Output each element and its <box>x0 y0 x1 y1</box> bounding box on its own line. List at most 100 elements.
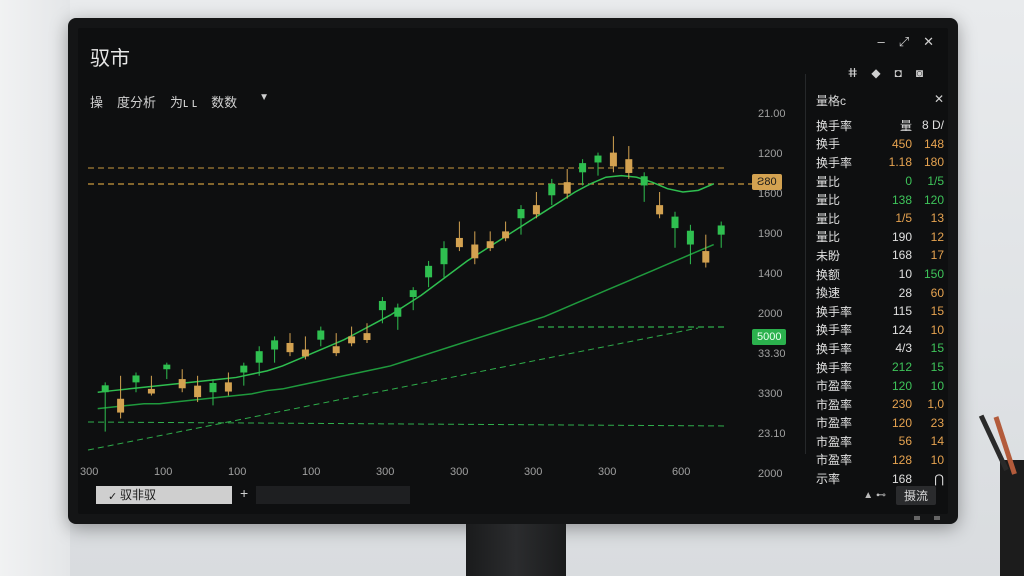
row-label: 市盈率 <box>816 434 853 449</box>
row-label: 换手 <box>816 137 841 152</box>
quote-row[interactable]: 换手 450 148 <box>816 135 944 154</box>
candle-body <box>656 205 664 215</box>
panel-close-icon[interactable]: ✕ <box>934 92 944 106</box>
status-button[interactable]: 摄流 <box>895 486 936 505</box>
row-value: 120 <box>891 378 912 393</box>
bezel-button[interactable] <box>934 516 940 520</box>
quote-row[interactable]: 量比 1/5 13 <box>816 209 944 228</box>
x-tick-label: 600 <box>672 466 691 478</box>
bezel-buttons <box>914 516 940 520</box>
quote-rows: 换手率 量 8 D/换手 450 148 换手率 1.18 180 量比 0 1/5 量比 138 120… <box>816 116 944 488</box>
candle-body <box>702 251 710 263</box>
candle-body <box>271 340 279 350</box>
panel-title: 量格c <box>816 94 847 108</box>
row-value: 115 <box>892 304 912 319</box>
quote-row[interactable]: 换手率 4/3 15 <box>816 339 944 358</box>
candle-body <box>717 225 725 235</box>
row-label: 市盈率 <box>816 416 853 431</box>
candle-body <box>517 209 525 219</box>
quote-row[interactable]: 換速 28 60 <box>816 283 944 302</box>
row-value: 0 <box>905 174 912 189</box>
row-value: 168 <box>891 471 912 486</box>
row-value: 230 <box>891 397 912 412</box>
add-tab-icon[interactable]: + <box>240 485 248 501</box>
row-value: 13 <box>930 211 944 226</box>
candle-body <box>209 383 217 393</box>
copy-icon[interactable]: ◘ <box>895 66 902 80</box>
quote-row[interactable]: 市盈率 56 14 <box>816 432 944 451</box>
quote-row[interactable]: 量比 0 1/5 <box>816 172 944 191</box>
row-value: 150 <box>923 267 944 282</box>
quote-row[interactable]: 量比 190 12 <box>816 228 944 247</box>
row-label: 量比 <box>816 230 841 245</box>
candle-body <box>117 398 125 413</box>
row-label: 市盈率 <box>816 379 853 394</box>
row-value: 量 <box>899 118 912 133</box>
x-tick-label: 100 <box>302 466 321 478</box>
quote-row[interactable]: 换手率 1.18 180 <box>816 153 944 172</box>
candle-body <box>101 385 109 393</box>
row-value: 28 <box>898 285 912 300</box>
check-icon: ✓ <box>108 491 118 503</box>
x-tick-label: 300 <box>450 466 469 478</box>
quote-row[interactable]: 未盼 168 17 <box>816 246 944 265</box>
row-value: 1.18 <box>888 155 912 170</box>
row-value: 10 <box>930 322 944 337</box>
quote-row[interactable]: 换手率 212 15 <box>816 358 944 377</box>
bezel-button[interactable] <box>914 516 920 520</box>
candle-body <box>548 183 556 196</box>
row-label: 换手率 <box>816 360 853 375</box>
candle-body <box>240 365 248 373</box>
status-area: ▲ ⊷ 摄流 <box>863 486 936 505</box>
quote-row[interactable]: 换手率 量 8 D/ <box>816 116 944 135</box>
panel-toolbar: ⵌ ◆ ◘ ◙ <box>848 66 923 80</box>
x-tick-label: 300 <box>524 466 543 478</box>
grid-icon[interactable]: ⵌ <box>848 66 857 80</box>
quote-row[interactable]: 市盈率 128 10 <box>816 451 944 470</box>
y-tick-label: 2000 <box>758 308 783 320</box>
quote-panel: ⵌ ◆ ◘ ◙ 量格c ✕ 换手率 量 8 D/换手 450 148 换手率 1.18 180… <box>805 66 948 486</box>
candle-body <box>163 364 171 370</box>
row-label: 市盈率 <box>816 453 853 468</box>
quote-row[interactable]: 换手率 115 15 <box>816 302 944 321</box>
candle-body <box>317 330 325 340</box>
bookmark-icon[interactable]: ◆ <box>871 66 880 80</box>
x-axis: 300 100 100 100 300 300 300 300 600 <box>78 466 768 480</box>
row-label: 示率 <box>816 472 841 487</box>
row-value: 128 <box>891 452 912 467</box>
row-value: 1/5 <box>895 211 912 226</box>
tab-active[interactable]: ✓ 驭非驭 <box>96 486 232 504</box>
quote-row[interactable]: 市盈率 120 23 <box>816 414 944 433</box>
row-value: 56 <box>898 434 912 449</box>
minimize-icon[interactable]: – <box>877 34 884 50</box>
row-value: 14 <box>930 434 944 449</box>
candle-body <box>486 241 494 249</box>
row-label: 换手率 <box>816 304 853 319</box>
candle-body <box>594 155 602 163</box>
restore-icon[interactable]: ⤢ <box>899 34 909 50</box>
quote-row[interactable]: 市盈率 120 10 <box>816 376 944 395</box>
quote-row[interactable]: 换手率 124 10 <box>816 321 944 340</box>
quote-row[interactable]: 量比 138 120 <box>816 190 944 209</box>
lock-icon[interactable]: ◙ <box>916 66 923 80</box>
quote-row[interactable]: 市盈率 230 1,0 <box>816 395 944 414</box>
close-icon[interactable]: ✕ <box>923 34 934 50</box>
screen: 驭市 – ⤢ ✕ 操 度分析 为ʟ ʟ 数数 ▼ 21.00 1200 1600 19… <box>78 28 948 514</box>
candle-body <box>579 163 587 173</box>
x-tick-label: 300 <box>598 466 617 478</box>
row-value: 12 <box>930 229 944 244</box>
candle-body <box>194 385 202 398</box>
y-axis: 21.00 1200 1600 1900 1400 2000 33.30 3300 23.10 2… <box>752 108 808 480</box>
candle-body <box>147 388 155 394</box>
quote-row[interactable]: 换额 10 150 <box>816 265 944 284</box>
reference-line <box>87 421 729 427</box>
row-value: 212 <box>891 360 912 375</box>
row-value: 17 <box>930 248 944 263</box>
candle-body <box>425 265 433 278</box>
row-label: 量比 <box>816 193 841 208</box>
background-wall <box>0 0 70 576</box>
price-chart[interactable]: 21.00 1200 1600 1900 1400 2000 33.30 3300 23.10 2… <box>78 108 808 480</box>
row-label: 量比 <box>816 174 841 189</box>
x-tick-label: 300 <box>80 466 99 478</box>
row-value: 148 <box>923 136 944 151</box>
